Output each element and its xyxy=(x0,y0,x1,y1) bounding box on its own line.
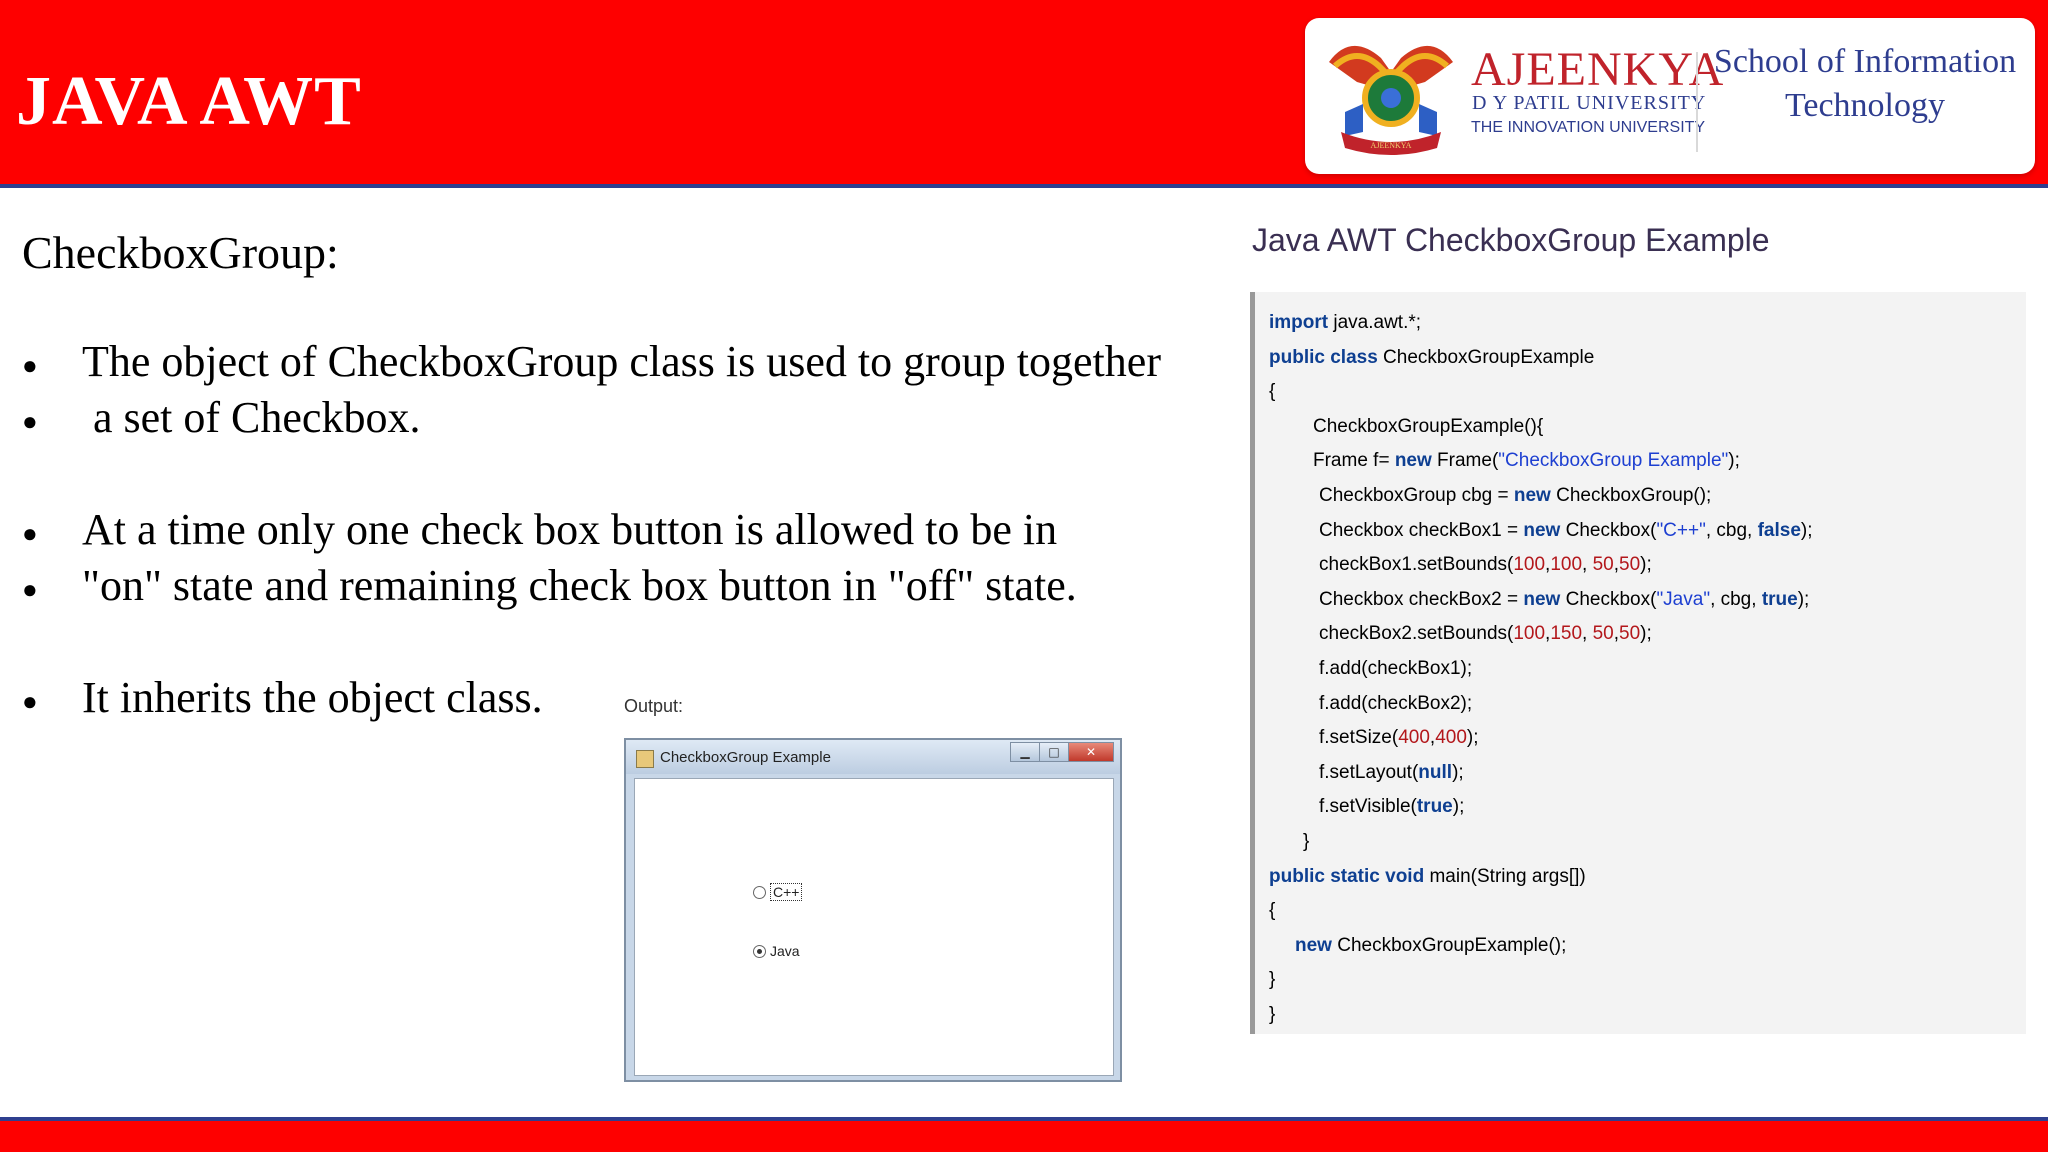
logo-divider xyxy=(1696,52,1698,152)
code-line: f.setSize(400,400); xyxy=(1319,727,1479,749)
school-name: School of Information Technology xyxy=(1713,43,2017,124)
code-line: { xyxy=(1269,381,1276,403)
code-block: import java.awt.*; public class CheckboxG… xyxy=(1250,292,2026,1034)
slide-header: JAVA AWT AJEENKYA AJEENKYA D Y PATIL UNI… xyxy=(0,0,2048,188)
crest-icon: AJEENKYA xyxy=(1329,45,1453,155)
bullet-icon: ● xyxy=(22,686,38,716)
code-line: import java.awt.*; xyxy=(1269,312,1422,333)
university-tagline: THE INNOVATION UNIVERSITY xyxy=(1471,119,1706,136)
radio-option-cpp[interactable]: C++ xyxy=(753,883,803,901)
code-line: } xyxy=(1269,1004,1276,1025)
bullet-icon: ● xyxy=(22,350,38,380)
code-line: Checkbox checkBox2 = new Checkbox("Java"… xyxy=(1319,588,1810,610)
bullet-icon: ● xyxy=(22,406,38,436)
code-line: f.setLayout(null); xyxy=(1319,761,1464,783)
radio-circle-selected-icon xyxy=(753,944,766,958)
window-title-bar[interactable]: CheckboxGroup Example ▁ □ ✕ xyxy=(626,740,1120,774)
code-line: Checkbox checkBox1 = new Checkbox("C++",… xyxy=(1319,519,1813,541)
code-line: } xyxy=(1269,969,1276,991)
code-line: CheckboxGroup cbg = new CheckboxGroup(); xyxy=(1319,485,1712,506)
window-title: CheckboxGroup Example xyxy=(660,749,831,766)
code-line: checkBox2.setBounds(100,150, 50,50); xyxy=(1319,623,1652,645)
window-client-area: C++ Java xyxy=(634,778,1114,1076)
section-heading: CheckboxGroup: xyxy=(22,227,339,278)
bullet-icon: ● xyxy=(22,518,38,548)
code-line: f.add(checkBox1); xyxy=(1319,658,1473,679)
minimize-button[interactable]: ▁ xyxy=(1010,742,1040,762)
code-line: public class CheckboxGroupExample xyxy=(1269,346,1595,368)
bullet-item: ● "on" state and remaining check box butt… xyxy=(22,561,1077,610)
bullet-item: ● It inherits the object class. xyxy=(22,673,543,722)
bullet-item: ● a set of Checkbox. xyxy=(22,393,421,442)
output-window: CheckboxGroup Example ▁ □ ✕ C++ Java xyxy=(624,738,1122,1082)
university-subtitle: D Y PATIL UNIVERSITY xyxy=(1472,92,1707,114)
radio-option-java[interactable]: Java xyxy=(753,943,800,959)
code-line: } xyxy=(1303,831,1310,852)
bullet-icon: ● xyxy=(22,574,38,604)
svg-text:AJEENKYA: AJEENKYA xyxy=(1371,141,1412,150)
bullet-item: ● At a time only one check box button is … xyxy=(22,505,1058,554)
window-controls: ▁ □ ✕ xyxy=(1010,742,1114,762)
code-line: checkBox1.setBounds(100,100, 50,50); xyxy=(1319,554,1652,576)
code-line: public static void main(String args[]) xyxy=(1269,865,1586,887)
output-label: Output: xyxy=(624,696,684,716)
close-button[interactable]: ✕ xyxy=(1068,742,1114,762)
code-line: f.setVisible(true); xyxy=(1319,796,1465,818)
code-line: { xyxy=(1269,900,1276,922)
maximize-button[interactable]: □ xyxy=(1039,742,1069,762)
code-title: Java AWT CheckboxGroup Example xyxy=(1252,222,1770,258)
app-icon xyxy=(636,750,654,768)
slide-footer xyxy=(0,1117,2048,1152)
slide-title: JAVA AWT xyxy=(16,63,362,140)
radio-circle-icon xyxy=(753,885,766,899)
bullet-item: ● The object of CheckboxGroup class is us… xyxy=(22,337,1161,386)
code-line: CheckboxGroupExample(){ xyxy=(1313,415,1544,437)
code-line: new CheckboxGroupExample(); xyxy=(1295,934,1567,956)
code-line: f.add(checkBox2); xyxy=(1319,692,1473,714)
code-line: Frame f= new Frame("CheckboxGroup Exampl… xyxy=(1313,450,1740,472)
university-name: AJEENKYA xyxy=(1471,43,1725,96)
university-logo: AJEENKYA AJEENKYA D Y PATIL UNIVERSITY T… xyxy=(1305,18,2035,174)
